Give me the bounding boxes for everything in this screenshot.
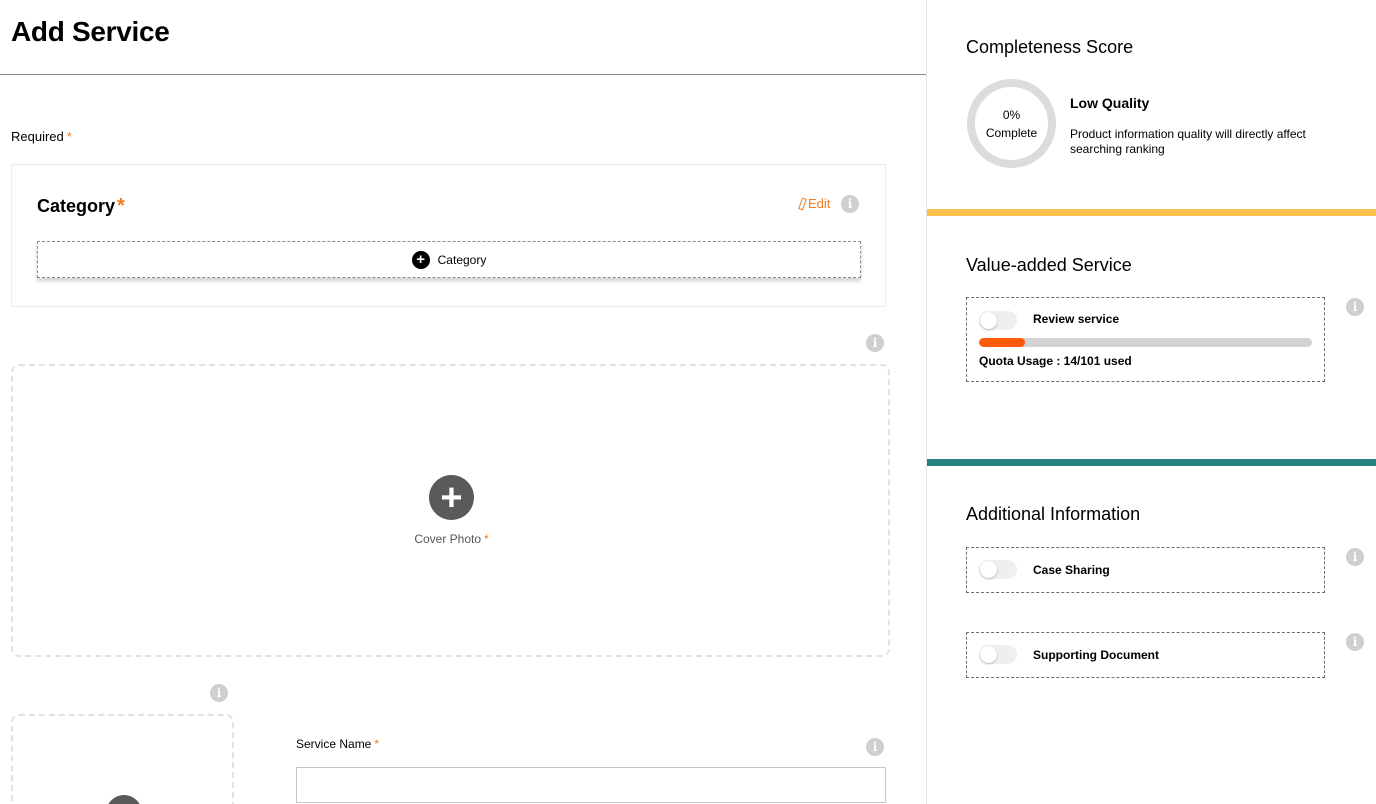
- page-title: Add Service: [11, 16, 170, 47]
- category-edit-label: Edit: [808, 196, 831, 211]
- plus-circle-icon: +: [429, 475, 474, 520]
- additional-info-heading: Additional Information: [966, 504, 1141, 524]
- quality-description: Product information quality will directl…: [1070, 127, 1306, 156]
- cover-photo-label: Cover Photo *: [13, 532, 890, 546]
- plus-circle-icon: +: [411, 250, 430, 269]
- case-sharing-card: Case Sharing: [966, 547, 1325, 593]
- info-icon[interactable]: i: [866, 738, 884, 756]
- completeness-label: Complete: [985, 125, 1038, 140]
- plus-circle-icon: [106, 795, 142, 804]
- supporting-document-label: Supporting Document: [1033, 648, 1159, 662]
- required-note: Required *: [11, 129, 72, 144]
- review-service-label: Review service: [1033, 312, 1120, 326]
- supporting-document-toggle[interactable]: [979, 645, 1017, 664]
- service-name-label-text: Service Name: [296, 737, 372, 751]
- service-name-label: Service Name *: [296, 737, 379, 751]
- quality-title: Low Quality: [1070, 95, 1150, 111]
- add-category-button[interactable]: + Category: [37, 241, 861, 278]
- quota-progress-bar: [979, 338, 1312, 347]
- supporting-document-card: Supporting Document: [966, 632, 1325, 678]
- completeness-ring: 0% Complete: [967, 79, 1056, 168]
- quota-progress-fill: [979, 338, 1026, 347]
- required-star: *: [66, 129, 72, 144]
- category-required-star: *: [117, 195, 125, 217]
- category-title-text: Category: [37, 196, 116, 216]
- service-name-required-star: *: [374, 737, 380, 751]
- cover-photo-label-text: Cover Photo: [414, 532, 482, 546]
- info-icon[interactable]: i: [1346, 633, 1364, 651]
- review-service-card: Review service Quota Usage : 14/101 used: [966, 297, 1325, 382]
- main-panel: Add Service Required * Category * Edit i +…: [0, 0, 926, 804]
- title-divider: [0, 74, 926, 75]
- section-divider-teal: [927, 459, 1376, 466]
- info-icon[interactable]: i: [1346, 548, 1364, 566]
- case-sharing-toggle[interactable]: [979, 560, 1017, 579]
- cover-photo-required-star: *: [484, 532, 489, 546]
- info-icon[interactable]: i: [210, 684, 228, 702]
- completeness-heading: Completeness Score: [966, 37, 1134, 57]
- quota-usage-text: Quota Usage : 14/101 used: [979, 354, 1132, 368]
- value-added-heading: Value-added Service: [966, 255, 1132, 275]
- service-name-input[interactable]: [296, 767, 886, 803]
- info-icon[interactable]: i: [841, 195, 859, 213]
- thumbnail-upload[interactable]: [11, 714, 234, 804]
- review-service-toggle[interactable]: [979, 311, 1017, 330]
- add-category-label: Category: [437, 252, 487, 267]
- required-label: Required: [11, 129, 64, 144]
- cover-photo-upload[interactable]: + Cover Photo *: [11, 364, 890, 657]
- completeness-percent: 0%: [1002, 107, 1021, 122]
- category-title: Category *: [37, 195, 125, 218]
- category-section: Category * Edit i + Category: [11, 164, 886, 307]
- case-sharing-label: Case Sharing: [1033, 563, 1110, 577]
- section-divider-yellow: [927, 209, 1376, 216]
- info-icon[interactable]: i: [1346, 298, 1364, 316]
- category-edit-link[interactable]: Edit: [798, 196, 831, 211]
- sidebar-panel: Completeness Score 0% Complete Low Quali…: [926, 0, 1376, 804]
- pencil-icon: [798, 197, 807, 210]
- info-icon[interactable]: i: [866, 334, 884, 352]
